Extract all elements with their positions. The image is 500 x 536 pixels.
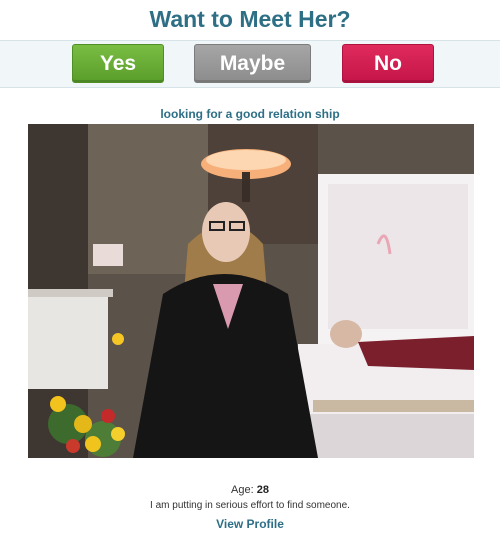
profile-photo-illustration — [28, 124, 474, 458]
age-line: Age: 28 — [0, 484, 500, 496]
view-profile-link[interactable]: View Profile — [0, 517, 500, 531]
no-button[interactable]: No — [342, 44, 434, 83]
profile-description: I am putting in serious effort to find s… — [150, 500, 350, 511]
profile-tagline: looking for a good relation ship — [160, 107, 340, 121]
action-bar: Yes Maybe No — [0, 41, 500, 88]
header: Want to Meet Her? — [0, 0, 500, 41]
yes-button[interactable]: Yes — [72, 44, 164, 83]
profile-photo[interactable] — [28, 124, 474, 458]
page-title: Want to Meet Her? — [149, 6, 351, 32]
age-value: 28 — [256, 484, 269, 496]
maybe-button[interactable]: Maybe — [194, 44, 311, 83]
age-label: Age: — [231, 484, 254, 496]
